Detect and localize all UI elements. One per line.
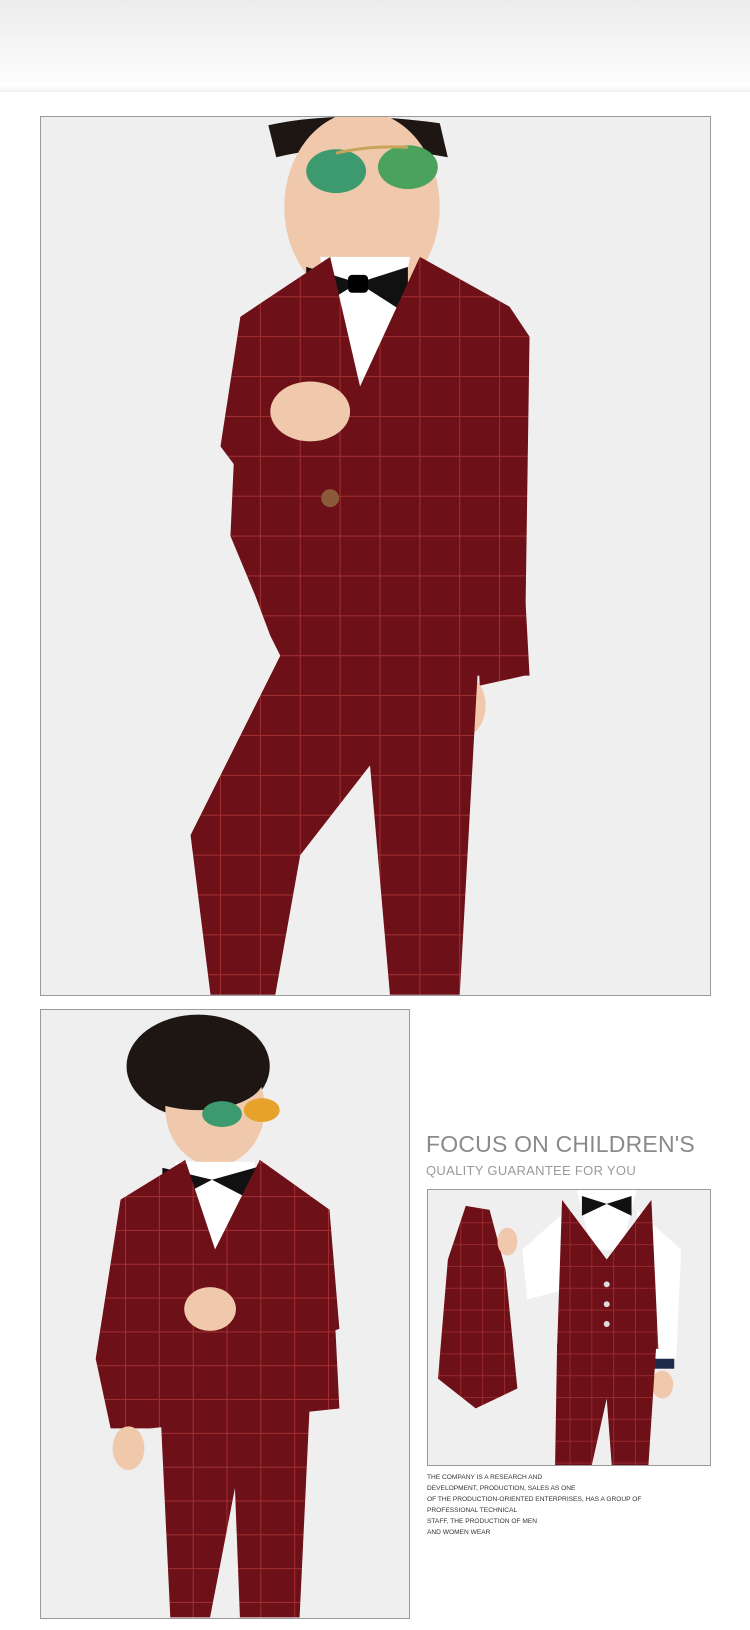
product-photo-main <box>40 116 711 996</box>
promo-subhead: QUALITY GUARANTEE FOR YOU <box>426 1163 637 1178</box>
blurb-line: PROFESSIONAL TECHNICAL <box>427 1507 518 1514</box>
company-blurb: THE COMPANY IS A RESEARCH AND DEVELOPMEN… <box>427 1472 727 1538</box>
product-photo-left <box>40 1009 410 1619</box>
blurb-line: THE COMPANY IS A RESEARCH AND <box>427 1474 543 1481</box>
blurb-line: AND WOMEN WEAR <box>427 1529 491 1536</box>
boy-suit-illustration-main <box>190 117 530 995</box>
boy-suit-illustration-left <box>95 1014 340 1618</box>
blurb-line: DEVELOPMENT, PRODUCTION, SALES AS ONE <box>427 1485 576 1492</box>
product-photo-right <box>427 1189 711 1466</box>
boy-vest-illustration-right <box>437 1190 682 1465</box>
promo-headline: FOCUS ON CHILDREN'S <box>426 1131 695 1157</box>
blurb-line: OF THE PRODUCTION-ORIENTED ENTERPRISES, … <box>427 1496 642 1503</box>
blurb-line: STAFF, THE PRODUCTION OF MEN <box>427 1518 538 1525</box>
top-banner-strip <box>0 0 750 92</box>
